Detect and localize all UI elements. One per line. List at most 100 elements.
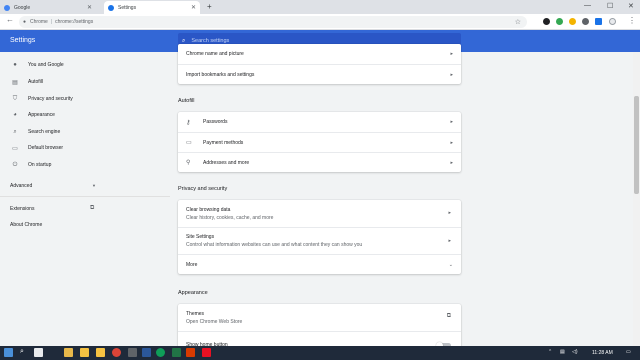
power-icon: ⏻ bbox=[12, 161, 18, 168]
row-label: Themes bbox=[186, 310, 205, 317]
site-settings-row[interactable]: Site Settings Control what information w… bbox=[178, 227, 461, 254]
window-close-icon[interactable]: ✕ bbox=[628, 2, 634, 10]
tab-strip: Google ✕ Settings ✕ + — ☐ ✕ bbox=[0, 0, 640, 14]
browser-icon: ▭ bbox=[12, 145, 18, 152]
sidebar-item-about-chrome[interactable]: About Chrome bbox=[10, 222, 42, 228]
close-icon[interactable]: ✕ bbox=[87, 4, 92, 11]
person-icon: ● bbox=[13, 62, 17, 68]
autofill-icon: ▤ bbox=[12, 79, 18, 86]
sidebar-item-label: On startup bbox=[28, 162, 52, 168]
location-pin-icon: ⚲ bbox=[186, 160, 191, 166]
file-explorer-icon[interactable] bbox=[64, 348, 73, 357]
secure-chip-icon: ● bbox=[23, 19, 27, 25]
extension-icon[interactable] bbox=[543, 18, 550, 25]
sidebar-item-autofill[interactable]: ▤ Autofill bbox=[10, 77, 43, 87]
row-label: Passwords bbox=[203, 119, 228, 125]
page-scrollbar[interactable] bbox=[633, 52, 640, 346]
sidebar-advanced-toggle[interactable]: Advanced ▼ bbox=[10, 183, 96, 189]
import-bookmarks-row[interactable]: Import bookmarks and settings ▸ bbox=[178, 64, 461, 84]
search-icon[interactable]: ⌕ bbox=[20, 348, 29, 357]
settings-favicon-icon bbox=[108, 4, 114, 11]
excel-icon[interactable] bbox=[172, 348, 181, 357]
app-icon[interactable] bbox=[202, 348, 211, 357]
arrow-right-icon: ▸ bbox=[448, 238, 451, 244]
sticky-notes-icon[interactable] bbox=[80, 348, 89, 357]
bookmark-star-icon[interactable]: ☆ bbox=[515, 18, 521, 26]
themes-row[interactable]: Themes Open Chrome Web Store ⧉ bbox=[178, 304, 461, 331]
address-separator: | bbox=[50, 19, 53, 25]
chevron-down-icon: ⌄ bbox=[448, 261, 453, 268]
arrow-right-icon: ▸ bbox=[450, 51, 453, 57]
passwords-row[interactable]: ⚷ Passwords ▸ bbox=[178, 112, 461, 132]
network-icon[interactable]: ▤ bbox=[560, 349, 565, 355]
chrome-icon[interactable] bbox=[112, 348, 121, 357]
arrow-right-icon: ▸ bbox=[448, 210, 451, 216]
open-external-icon[interactable]: ⧉ bbox=[90, 205, 94, 212]
payment-methods-row[interactable]: ▭ Payment methods ▸ bbox=[178, 132, 461, 152]
plus-icon[interactable]: + bbox=[207, 2, 212, 11]
page-title: Settings bbox=[10, 37, 36, 44]
sidebar-item-extensions[interactable]: Extensions bbox=[10, 206, 34, 212]
task-view-icon[interactable] bbox=[34, 348, 43, 357]
row-label: Import bookmarks and settings bbox=[186, 71, 255, 78]
addresses-row[interactable]: ⚲ Addresses and more ▸ bbox=[178, 152, 461, 172]
close-icon[interactable]: ✕ bbox=[191, 4, 196, 11]
row-description: Open Chrome Web Store bbox=[186, 318, 243, 325]
browser-toolbar: ← ⟳ ● Chrome | chrome://settings ☆ ⋮ bbox=[0, 14, 640, 30]
tab-google[interactable]: Google ✕ bbox=[0, 1, 96, 14]
scrollbar-thumb[interactable] bbox=[634, 96, 639, 194]
folder-icon[interactable] bbox=[96, 348, 105, 357]
arrow-right-icon: ▸ bbox=[450, 71, 453, 78]
maximize-icon[interactable]: ☐ bbox=[607, 2, 613, 10]
tray-chevron-icon[interactable]: ⌃ bbox=[548, 349, 552, 355]
tab-settings[interactable]: Settings ✕ bbox=[104, 1, 200, 14]
row-label: More bbox=[186, 261, 198, 268]
app-icon[interactable] bbox=[156, 348, 165, 357]
sidebar-item-on-startup[interactable]: ⏻ On startup bbox=[10, 160, 52, 170]
sidebar-item-privacy[interactable]: ⛉ Privacy and security bbox=[10, 94, 73, 104]
row-description: Clear history, cookies, cache, and more bbox=[186, 214, 274, 221]
open-external-icon: ⧉ bbox=[446, 313, 451, 319]
scheme-label: Chrome bbox=[30, 19, 48, 25]
minimize-icon[interactable]: — bbox=[584, 2, 591, 9]
extension-icon[interactable] bbox=[595, 18, 602, 25]
back-icon[interactable]: ← bbox=[6, 15, 14, 24]
more-row[interactable]: More ⌄ bbox=[178, 254, 461, 274]
chrome-name-picture-row[interactable]: Chrome name and picture ▸ bbox=[178, 44, 461, 64]
profile-avatar-icon[interactable] bbox=[609, 18, 616, 25]
sidebar-item-label: Privacy and security bbox=[28, 96, 73, 102]
extension-icon[interactable] bbox=[556, 18, 563, 25]
sidebar-item-label: Autofill bbox=[28, 79, 44, 85]
arrow-right-icon: ▸ bbox=[450, 139, 453, 146]
volume-icon[interactable]: ◁) bbox=[572, 349, 578, 355]
tab-label: Google bbox=[14, 4, 31, 11]
sidebar-item-label: You and Google bbox=[28, 62, 64, 68]
key-icon: ⚷ bbox=[186, 119, 191, 126]
extension-icon[interactable] bbox=[569, 18, 576, 25]
clock-time[interactable]: 11:28 AM bbox=[592, 350, 613, 356]
sidebar-item-you-and-google[interactable]: ● You and Google bbox=[10, 60, 64, 70]
powerpoint-icon[interactable] bbox=[186, 348, 195, 357]
row-label: Site Settings bbox=[186, 234, 215, 240]
windows-start-icon[interactable] bbox=[4, 348, 13, 357]
sidebar-item-search-engine[interactable]: ⌕ Search engine bbox=[10, 127, 60, 137]
clear-browsing-data-row[interactable]: Clear browsing data Clear history, cooki… bbox=[178, 200, 461, 227]
kebab-menu-icon[interactable]: ⋮ bbox=[628, 16, 636, 25]
row-label: Payment methods bbox=[203, 139, 244, 146]
app-icon[interactable] bbox=[128, 348, 137, 357]
sidebar-item-appearance[interactable]: ◕ Appearance bbox=[10, 110, 55, 120]
sidebar-item-default-browser[interactable]: ▭ Default browser bbox=[10, 143, 63, 153]
word-icon[interactable] bbox=[142, 348, 151, 357]
extension-icon[interactable] bbox=[582, 18, 589, 25]
you-and-google-card: Chrome name and picture ▸ Import bookmar… bbox=[178, 44, 461, 84]
privacy-section-title: Privacy and security bbox=[178, 186, 228, 192]
address-bar[interactable]: ● Chrome | chrome://settings ☆ bbox=[19, 16, 527, 28]
windows-taskbar: ⌕ ⌃ ▤ ◁) 11:28 AM ▭ bbox=[0, 346, 640, 360]
notifications-icon[interactable]: ▭ bbox=[626, 349, 631, 355]
row-label: Chrome name and picture bbox=[186, 51, 244, 57]
url-text: chrome://settings bbox=[55, 19, 94, 25]
chevron-down-icon: ▼ bbox=[92, 183, 96, 188]
privacy-card: Clear browsing data Clear history, cooki… bbox=[178, 200, 461, 274]
autofill-section-title: Autofill bbox=[178, 98, 195, 104]
autofill-card: ⚷ Passwords ▸ ▭ Payment methods ▸ ⚲ Addr… bbox=[178, 112, 461, 172]
